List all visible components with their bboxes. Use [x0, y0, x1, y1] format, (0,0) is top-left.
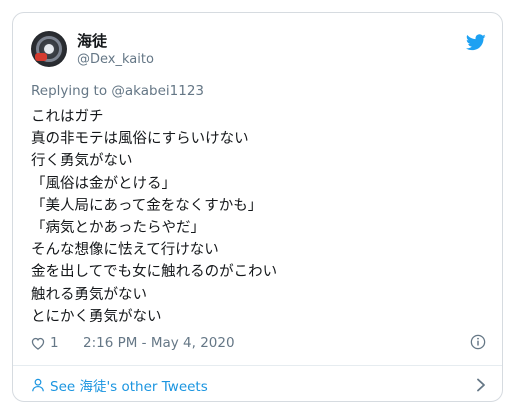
author-names: 海徒 @Dex_kaito: [77, 32, 154, 68]
tweet-footer: See 海徒's other Tweets: [31, 375, 486, 395]
avatar[interactable]: [31, 31, 67, 67]
tweet-line: 触れる勇気がない: [31, 286, 147, 303]
person-icon: [32, 378, 44, 392]
author-display-name[interactable]: 海徒: [77, 32, 154, 51]
tweet-header: 海徒 @Dex_kaito: [31, 31, 486, 75]
replying-to-label[interactable]: Replying to @akabei1123: [31, 83, 204, 99]
see-other-tweets-link[interactable]: See 海徒's other Tweets: [31, 375, 208, 395]
info-icon[interactable]: [470, 334, 486, 350]
tweet-line: 真の非モテは風俗にすらいけない: [31, 131, 249, 148]
tweet-meta: 1 2:16 PM - May 4, 2020: [31, 333, 486, 353]
author-handle[interactable]: @Dex_kaito: [77, 51, 154, 68]
chevron-right-icon[interactable]: [476, 378, 486, 392]
footer-divider: [13, 365, 502, 366]
tweet-line: 「風俗は金がとける」: [31, 175, 176, 192]
tweet-line: これはガチ: [31, 109, 104, 125]
tweet-line: 「病気とかあったらやだ」: [31, 220, 205, 237]
like-button[interactable]: 1: [31, 333, 59, 353]
tweet-line: 金を出してでも女に触れるのがこわい: [31, 264, 278, 281]
like-count: 1: [50, 335, 59, 351]
heart-icon: [31, 337, 45, 350]
see-other-tweets-label: See 海徒's other Tweets: [50, 379, 208, 395]
tweet-line: とにかく勇気がない: [31, 308, 162, 325]
tweet-text: これはガチ 真の非モテは風俗にすらいけない 行く勇気がない 「風俗は金がとける」…: [31, 106, 491, 328]
embedded-tweet-card[interactable]: 海徒 @Dex_kaito Replying to @akabei1123 これ…: [12, 12, 503, 402]
tweet-line: そんな想像に怯えて行けない: [31, 242, 219, 259]
avatar-accent: [35, 53, 47, 61]
tweet-line: 「美人局にあって金をなくすかも」: [31, 197, 263, 214]
tweet-line: 行く勇気がない: [31, 153, 133, 170]
twitter-bird-icon[interactable]: [466, 34, 486, 51]
tweet-timestamp[interactable]: 2:16 PM - May 4, 2020: [83, 335, 235, 351]
